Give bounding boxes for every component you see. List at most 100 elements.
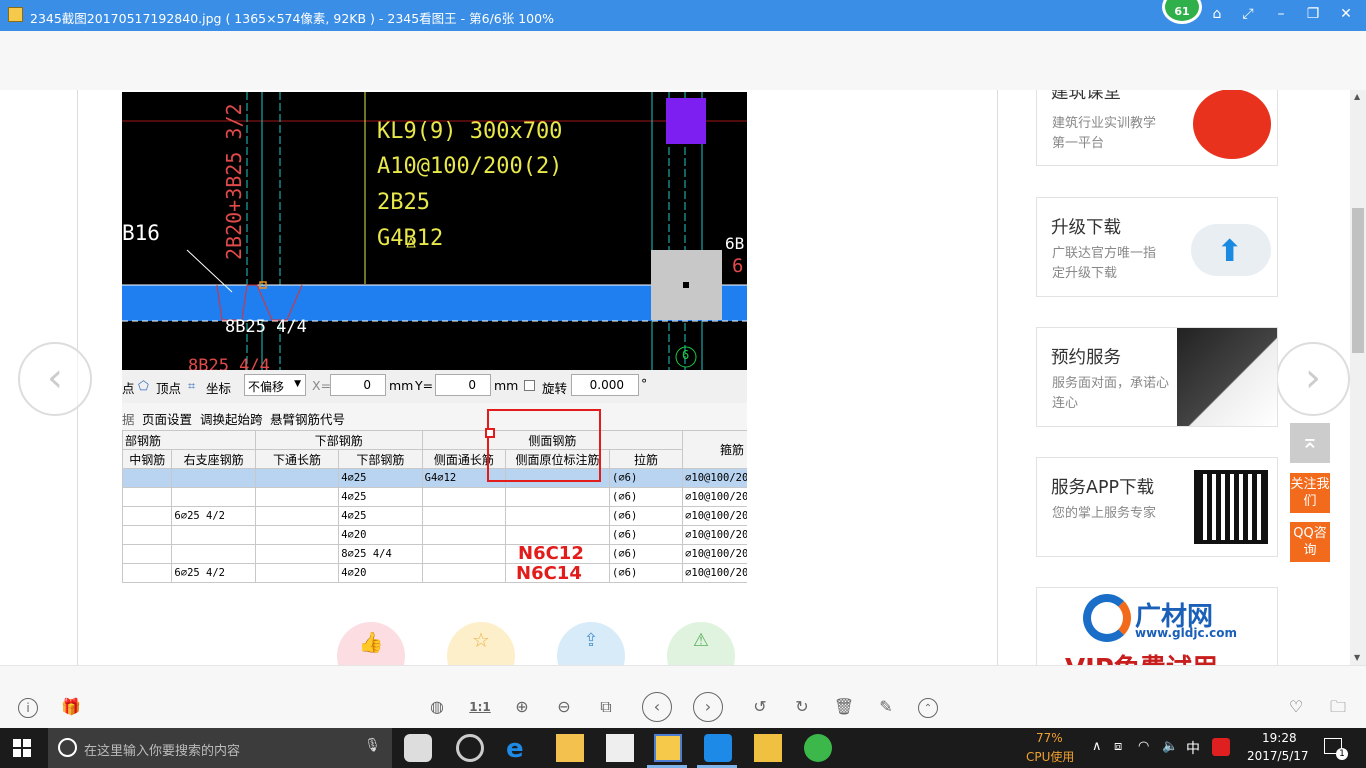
table-cell[interactable] <box>421 506 507 526</box>
table-cell[interactable] <box>122 468 173 488</box>
table-cell[interactable]: ⌀10@100/200( <box>682 487 747 507</box>
cortana-icon[interactable] <box>58 738 77 757</box>
table-cell[interactable]: 6⌀25 4/2 <box>171 563 256 583</box>
y-input[interactable]: 0 <box>435 374 491 396</box>
file-explorer-icon[interactable] <box>556 734 584 762</box>
table-row[interactable]: 4⌀25G4⌀12(⌀6)⌀10@100/200( <box>122 468 747 488</box>
favorite-icon[interactable]: ♡ <box>1285 696 1307 718</box>
taskview-icon[interactable] <box>404 734 432 762</box>
table-cell[interactable]: 4⌀25 <box>338 468 423 488</box>
folder-icon[interactable]: 🗀 <box>1327 696 1349 718</box>
table-row[interactable]: 6⌀25 4/2 4⌀20 (⌀6)⌀10@100/200( <box>122 563 747 583</box>
edge-icon[interactable]: e <box>506 734 534 764</box>
table-cell[interactable]: ⌀10@100/200( <box>682 525 747 545</box>
table-cell[interactable] <box>505 487 610 507</box>
scrollbar-thumb[interactable] <box>1352 208 1364 353</box>
rotate-checkbox[interactable] <box>524 380 535 391</box>
table-cell[interactable] <box>122 525 173 545</box>
table-cell[interactable] <box>254 506 340 526</box>
clock-time[interactable]: 19:28 <box>1262 731 1297 745</box>
app-icon-green[interactable] <box>804 734 832 762</box>
vertex-button[interactable]: 顶点 <box>156 378 181 397</box>
zoom-out-icon[interactable]: ⊖ <box>553 696 575 718</box>
volume-icon[interactable]: 🔈 <box>1162 739 1178 754</box>
ime-indicator[interactable]: 中 <box>1186 738 1200 758</box>
back-to-top-button[interactable]: ⌅ <box>1290 423 1330 463</box>
table-cell[interactable] <box>254 544 340 564</box>
skin-icon[interactable]: ⌂ <box>1207 6 1227 26</box>
start-icon[interactable] <box>13 739 31 757</box>
table-cell[interactable] <box>171 525 256 545</box>
share-icon[interactable]: ⇪ <box>557 622 625 665</box>
table-cell[interactable]: (⌀6) <box>608 506 684 526</box>
table-cell[interactable]: 4⌀25 <box>338 487 423 507</box>
table-row[interactable]: 4⌀25 (⌀6)⌀10@100/200( <box>122 487 747 507</box>
clock-date[interactable]: 2017/5/17 <box>1247 749 1309 763</box>
table-cell[interactable]: (⌀6) <box>608 525 684 545</box>
image-viewer-icon[interactable] <box>654 734 682 762</box>
table-cell[interactable] <box>505 506 610 526</box>
rotate-left-icon[interactable]: ↺ <box>749 696 771 718</box>
table-cell[interactable]: 4⌀20 <box>338 563 423 583</box>
fit-window-icon[interactable]: ⧉ <box>595 696 617 718</box>
card-upgrade[interactable]: 升级下载 广联达官方唯一指定升级下载 ⬆ <box>1036 197 1278 297</box>
star-icon[interactable]: ☆ <box>447 622 515 665</box>
app-icon-blue[interactable] <box>704 734 732 762</box>
table-cell[interactable] <box>171 468 256 488</box>
next-image-button[interactable]: › <box>1276 342 1350 416</box>
more-icon[interactable]: ⌃ <box>918 698 938 718</box>
table-cell[interactable]: 4⌀25 <box>338 506 423 526</box>
tray-chevron-icon[interactable]: ∧ <box>1092 739 1102 754</box>
table-cell[interactable]: (⌀6) <box>608 487 684 507</box>
table-cell[interactable]: ⌀10@100/200( <box>682 563 747 583</box>
offset-select[interactable]: 不偏移 ▼ <box>244 374 306 396</box>
table-cell[interactable] <box>254 468 340 488</box>
table-cell[interactable] <box>254 525 340 545</box>
store-icon[interactable] <box>606 734 634 762</box>
edit-icon[interactable]: ✎ <box>875 696 897 718</box>
scroll-up-icon[interactable]: ▲ <box>1354 92 1360 101</box>
follow-button[interactable]: 关注我们 <box>1290 473 1330 513</box>
maximize-button[interactable]: ❐ <box>1303 6 1323 26</box>
fullscreen-icon[interactable]: ⤢ <box>1238 6 1258 26</box>
notes-icon[interactable] <box>754 734 782 762</box>
table-cell[interactable]: (⌀6) <box>608 468 684 488</box>
like-icon[interactable]: 👍 <box>337 622 405 665</box>
table-cell[interactable] <box>122 563 173 583</box>
table-cell[interactable] <box>122 487 173 507</box>
info-icon[interactable]: i <box>18 698 38 718</box>
minimize-button[interactable]: – <box>1271 6 1291 26</box>
scrollbar[interactable]: ▲ ▼ <box>1350 90 1366 665</box>
image-viewer[interactable]: KL9(9) 300x700 A10@100/200(2) 2B25 G4B12… <box>0 90 1366 665</box>
coord-icon[interactable]: ⌗ <box>188 378 195 394</box>
rotate-right-icon[interactable]: ↻ <box>791 696 813 718</box>
rotate-input[interactable]: 0.000 <box>571 374 639 396</box>
delete-icon[interactable]: 🗑 <box>833 696 855 718</box>
table-cell[interactable]: 8⌀25 4/4 <box>338 544 423 564</box>
network-icon[interactable]: ⧈ <box>1114 739 1122 754</box>
table-row[interactable]: 8⌀25 4/4 (⌀6)⌀10@100/200( <box>122 544 747 564</box>
card-course[interactable]: 建筑课堂 建筑行业实训教学第一平台 <box>1036 90 1278 166</box>
table-cell[interactable] <box>254 563 340 583</box>
table-cell[interactable] <box>421 544 507 564</box>
card-appointment[interactable]: 预约服务 服务面对面，承诺心连心 <box>1036 327 1278 427</box>
page-setup-button[interactable]: 页面设置 <box>142 409 192 428</box>
score-badge[interactable]: 61 <box>1162 0 1202 24</box>
card-app-download[interactable]: 服务APP下载 您的掌上服务专家 <box>1036 457 1278 557</box>
actual-size-button[interactable]: 1:1 <box>469 696 491 718</box>
table-row[interactable]: 6⌀25 4/2 4⌀25 (⌀6)⌀10@100/200( <box>122 506 747 526</box>
vertex-icon[interactable]: ⬠ <box>138 378 149 393</box>
switch-span-button[interactable]: 调换起始跨 <box>200 409 263 428</box>
close-button[interactable]: ✕ <box>1336 6 1356 26</box>
scroll-down-icon[interactable]: ▼ <box>1354 653 1360 662</box>
table-cell[interactable]: ⌀10@100/200( <box>682 544 747 564</box>
mouse-icon[interactable]: ◍ <box>426 696 448 718</box>
card-ad[interactable]: 广材网 www.gldjc.com VIP免费试用 <box>1036 587 1278 665</box>
qq-button[interactable]: QQ咨询 <box>1290 522 1330 562</box>
coord-button[interactable]: 坐标 <box>206 378 231 397</box>
table-cell[interactable] <box>122 506 173 526</box>
next-icon[interactable]: › <box>693 692 723 722</box>
table-cell[interactable] <box>171 544 256 564</box>
table-cell[interactable]: 4⌀20 <box>338 525 423 545</box>
sogou-icon[interactable] <box>1212 738 1230 756</box>
